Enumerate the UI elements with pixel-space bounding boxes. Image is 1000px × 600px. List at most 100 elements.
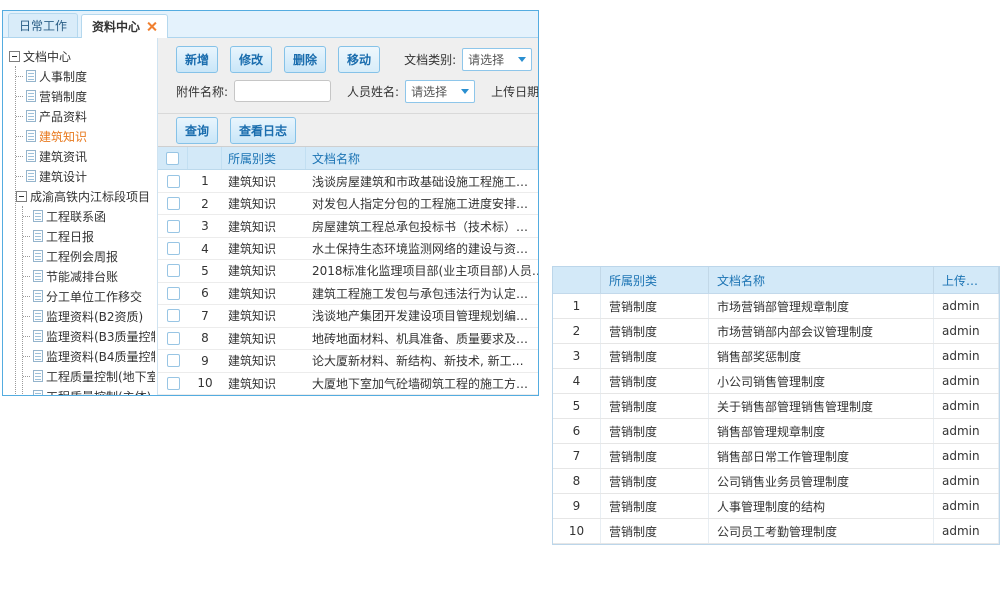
table-row[interactable]: 6 营销制度 销售部管理规章制度 admin: [553, 419, 999, 444]
row-index: 5: [188, 264, 222, 278]
table-row[interactable]: 10 营销制度 公司员工考勤管理制度 admin: [553, 519, 999, 544]
tree-node-work-handover[interactable]: 分工单位工作移交: [23, 286, 155, 306]
tree-node-project[interactable]: 成渝高铁内江标段项目: [16, 186, 155, 206]
table-row[interactable]: 9 建筑知识 论大厦新材料、新结构、新技术, 新工…: [158, 350, 538, 372]
tree-node-clipped[interactable]: 工程质量控制(主体): [23, 386, 155, 395]
add-button[interactable]: 新增: [176, 46, 218, 73]
table-row[interactable]: 8 建筑知识 地砖地面材料、机具准备、质量要求及…: [158, 328, 538, 350]
tree-node-weekly-meeting[interactable]: 工程例会周报: [23, 246, 155, 266]
row-checkbox[interactable]: [167, 287, 180, 300]
row-checkbox[interactable]: [167, 354, 180, 367]
tree-connector: [23, 336, 30, 337]
tree-connector: [23, 296, 30, 297]
table-row[interactable]: 4 建筑知识 水土保持生态环境监测网络的建设与资…: [158, 238, 538, 260]
tree-connector: [16, 76, 23, 77]
tree-node-personnel[interactable]: 人事制度: [16, 66, 155, 86]
row-checkbox[interactable]: [167, 309, 180, 322]
row-checkbox[interactable]: [167, 332, 180, 345]
view-log-button[interactable]: 查看日志: [230, 117, 296, 144]
row-uploader: admin: [934, 519, 999, 543]
row-checkbox[interactable]: [167, 264, 180, 277]
category-column-header: 所属别类: [601, 267, 709, 293]
tree-node-energy-ledger[interactable]: 节能减排台账: [23, 266, 155, 286]
row-checkbox[interactable]: [167, 197, 180, 210]
row-checkbox[interactable]: [167, 220, 180, 233]
edit-button[interactable]: 修改: [230, 46, 272, 73]
doc-table-header: 所属别类 文档名称: [158, 147, 538, 170]
select-all-checkbox[interactable]: [166, 152, 179, 165]
table-row[interactable]: 4 营销制度 小公司销售管理制度 admin: [553, 369, 999, 394]
category-column-header: 所属别类: [222, 147, 306, 169]
tree-node-label: 监理资料(B3质量控制): [46, 328, 155, 345]
table-row[interactable]: 1 建筑知识 浅谈房屋建筑和市政基础设施工程施工…: [158, 170, 538, 192]
row-category: 建筑知识: [222, 195, 306, 212]
tree-node-supervision-b3[interactable]: 监理资料(B3质量控制): [23, 326, 155, 346]
row-doc-name: 销售部管理规章制度: [709, 419, 934, 443]
content-area: 新增 修改 删除 移动 文档类别: 请选择 文档名称: 附件名称: 人员姓名:: [158, 38, 538, 395]
tree-node-supervision-b4[interactable]: 监理资料(B4质量控制): [23, 346, 155, 366]
toolbar-row: 新增 修改 删除 移动 文档类别: 请选择 文档名称:: [158, 45, 538, 73]
tree-node-daily-report[interactable]: 工程日报: [23, 226, 155, 246]
table-row[interactable]: 3 建筑知识 房屋建筑工程总承包投标书（技术标）…: [158, 215, 538, 237]
table-row[interactable]: 7 建筑知识 浅谈地产集团开发建设项目管理规划编…: [158, 305, 538, 327]
row-index: 10: [553, 519, 601, 543]
doc-type-select[interactable]: 请选择: [462, 48, 532, 71]
row-uploader: admin: [934, 444, 999, 468]
tree-node-contact-letter[interactable]: 工程联系函: [23, 206, 155, 226]
row-checkbox[interactable]: [167, 175, 180, 188]
table-row[interactable]: 2 建筑知识 对发包人指定分包的工程施工进度安排…: [158, 193, 538, 215]
table-row[interactable]: 9 营销制度 人事管理制度的结构 admin: [553, 494, 999, 519]
tree-node-marketing[interactable]: 营销制度: [16, 86, 155, 106]
tree-node-supervision-b2[interactable]: 监理资料(B2资质): [23, 306, 155, 326]
row-uploader: admin: [934, 294, 999, 318]
tab-daily-work[interactable]: 日常工作: [8, 13, 78, 37]
close-icon[interactable]: [146, 21, 157, 32]
row-uploader: admin: [934, 344, 999, 368]
query-button[interactable]: 查询: [176, 117, 218, 144]
tree-node-building-news[interactable]: 建筑资讯: [16, 146, 155, 166]
row-index: 1: [188, 174, 222, 188]
tree-connector: [23, 276, 30, 277]
table-row[interactable]: 5 建筑知识 2018标准化监理项目部(业主项目部)人员…: [158, 260, 538, 282]
row-category: 建筑知识: [222, 375, 306, 392]
delete-button[interactable]: 删除: [284, 46, 326, 73]
table-row[interactable]: 2 营销制度 市场营销部内部会议管理制度 admin: [553, 319, 999, 344]
tree-children: 工程联系函 工程日报 工程例会周报 节能: [22, 206, 155, 395]
row-checkbox[interactable]: [167, 242, 180, 255]
person-select[interactable]: 请选择: [405, 80, 475, 103]
attachment-input[interactable]: [234, 80, 331, 102]
tree-node-label: 人事制度: [39, 68, 87, 85]
row-index: 10: [188, 376, 222, 390]
tree-connector: [23, 356, 30, 357]
table-row[interactable]: 5 营销制度 关于销售部管理销售管理制度 admin: [553, 394, 999, 419]
document-icon: [26, 150, 36, 162]
row-category: 营销制度: [601, 294, 709, 318]
table-row[interactable]: 6 建筑知识 建筑工程施工发包与承包违法行为认定…: [158, 283, 538, 305]
table-row[interactable]: 10 建筑知识 大厦地下室加气砼墙砌筑工程的施工方…: [158, 373, 538, 395]
table-row[interactable]: 3 营销制度 销售部奖惩制度 admin: [553, 344, 999, 369]
table-row[interactable]: 8 营销制度 公司销售业务员管理制度 admin: [553, 469, 999, 494]
row-index: 1: [553, 294, 601, 318]
row-doc-name: 地砖地面材料、机具准备、质量要求及…: [306, 330, 538, 347]
row-index: 2: [553, 319, 601, 343]
collapse-icon[interactable]: [16, 191, 27, 202]
tree-node-doc-center[interactable]: 文档中心: [9, 46, 155, 66]
tab-label: 资料中心: [92, 18, 140, 35]
tree-node-building-design[interactable]: 建筑设计: [16, 166, 155, 186]
tree-node-building-knowledge-selected[interactable]: 建筑知识: [16, 126, 155, 146]
move-button[interactable]: 移动: [338, 46, 380, 73]
collapse-icon[interactable]: [9, 51, 20, 62]
row-index: 9: [188, 354, 222, 368]
tab-data-center[interactable]: 资料中心: [81, 14, 168, 38]
document-icon: [33, 210, 43, 222]
row-category: 建筑知识: [222, 352, 306, 369]
tree-node-product[interactable]: 产品资料: [16, 106, 155, 126]
row-checkbox[interactable]: [167, 377, 180, 390]
table-row[interactable]: 7 营销制度 销售部日常工作管理制度 admin: [553, 444, 999, 469]
tree-node-quality-basement[interactable]: 工程质量控制(地下室): [23, 366, 155, 386]
row-index: 4: [188, 242, 222, 256]
row-index: 9: [553, 494, 601, 518]
row-category: 建筑知识: [222, 307, 306, 324]
table-row[interactable]: 1 营销制度 市场营销部管理规章制度 admin: [553, 294, 999, 319]
tab-label: 日常工作: [19, 17, 67, 34]
